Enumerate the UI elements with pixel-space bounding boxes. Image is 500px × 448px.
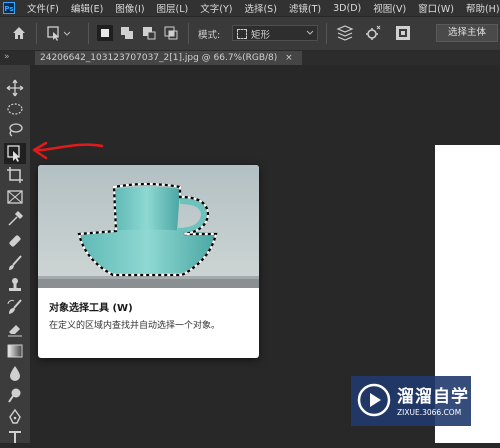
frame-tool-icon[interactable] <box>6 188 24 206</box>
object-selection-tool-icon[interactable] <box>4 143 26 164</box>
menu-image[interactable]: 图像(I) <box>115 1 144 15</box>
play-logo-icon <box>357 383 391 417</box>
watermark-url: ZIXUE.3066.COM <box>397 408 462 417</box>
chevron-down-icon <box>306 30 314 35</box>
eraser-tool-icon[interactable] <box>6 320 24 338</box>
select-subject-button[interactable]: 选择主体 <box>436 24 498 42</box>
menu-filter[interactable]: 滤镜(T) <box>289 1 321 15</box>
eyedropper-icon[interactable] <box>6 210 24 228</box>
subtract-from-selection-icon[interactable] <box>140 24 158 42</box>
menu-select[interactable]: 选择(S) <box>244 1 276 15</box>
document-tab[interactable]: 24206642_103123707037_2[1].jpg @ 66.7%(R… <box>35 51 302 65</box>
options-bar: 模式: 矩形 选择主体 <box>0 17 500 51</box>
clone-stamp-icon[interactable] <box>6 276 24 294</box>
tooltip-preview-image <box>38 165 259 288</box>
watermark-name: 溜溜自学 <box>397 387 469 407</box>
gradient-tool-icon[interactable] <box>6 342 24 360</box>
sample-all-layers-icon[interactable] <box>336 24 354 42</box>
brush-tool-icon[interactable] <box>6 254 24 272</box>
tool-tooltip: 对象选择工具 (W) 在定义的区域内查找并自动选择一个对象。 <box>38 165 259 358</box>
menu-view[interactable]: 视图(V) <box>373 1 406 15</box>
menu-bar: Ps 文件(F) 编辑(E) 图像(I) 图层(L) 文字(Y) 选择(S) 滤… <box>0 0 500 16</box>
menu-layer[interactable]: 图层(L) <box>157 1 189 15</box>
crop-tool-icon[interactable] <box>6 166 24 184</box>
type-tool-icon[interactable] <box>6 430 24 448</box>
menu-file[interactable]: 文件(F) <box>27 1 59 15</box>
red-arrow-annotation <box>32 141 104 160</box>
close-tab-icon[interactable]: × <box>285 53 293 63</box>
photoshop-logo: Ps <box>3 2 15 14</box>
mode-value: 矩形 <box>251 30 271 41</box>
new-selection-icon[interactable] <box>96 24 114 42</box>
tooltip-title: 对象选择工具 (W) <box>49 303 133 314</box>
tooltip-description: 在定义的区域内查找并自动选择一个对象。 <box>49 321 221 331</box>
object-select-preset-icon[interactable] <box>46 24 71 42</box>
rectangle-mode-icon <box>237 29 247 39</box>
watermark: 溜溜自学 ZIXUE.3066.COM <box>351 376 471 426</box>
rectangular-marquee-icon[interactable] <box>6 100 24 118</box>
document-tab-title: 24206642_103123707037_2[1].jpg @ 66.7%(R… <box>40 53 278 63</box>
lasso-tool-icon[interactable] <box>6 121 24 139</box>
pen-tool-icon[interactable] <box>6 408 24 426</box>
healing-brush-icon[interactable] <box>6 232 24 250</box>
mode-dropdown[interactable]: 矩形 <box>232 25 318 41</box>
intersect-selection-icon[interactable] <box>162 24 180 42</box>
add-to-selection-icon[interactable] <box>118 24 136 42</box>
menu-window[interactable]: 窗口(W) <box>418 1 454 15</box>
move-tool-icon[interactable] <box>6 79 24 97</box>
menu-type[interactable]: 文字(Y) <box>200 1 232 15</box>
home-icon[interactable] <box>10 24 28 42</box>
history-brush-icon[interactable] <box>6 298 24 316</box>
object-subtract-gear-icon[interactable] <box>364 24 382 42</box>
auto-enhance-icon[interactable] <box>394 24 412 42</box>
dodge-tool-icon[interactable] <box>6 386 24 404</box>
menu-3d[interactable]: 3D(D) <box>333 3 361 14</box>
blur-tool-icon[interactable] <box>6 364 24 382</box>
tools-panel <box>0 65 30 443</box>
menu-help[interactable]: 帮助(H) <box>466 1 500 15</box>
collapse-panel-icon[interactable]: » <box>4 52 10 62</box>
menu-edit[interactable]: 编辑(E) <box>71 1 103 15</box>
mode-label: 模式: <box>198 30 221 41</box>
